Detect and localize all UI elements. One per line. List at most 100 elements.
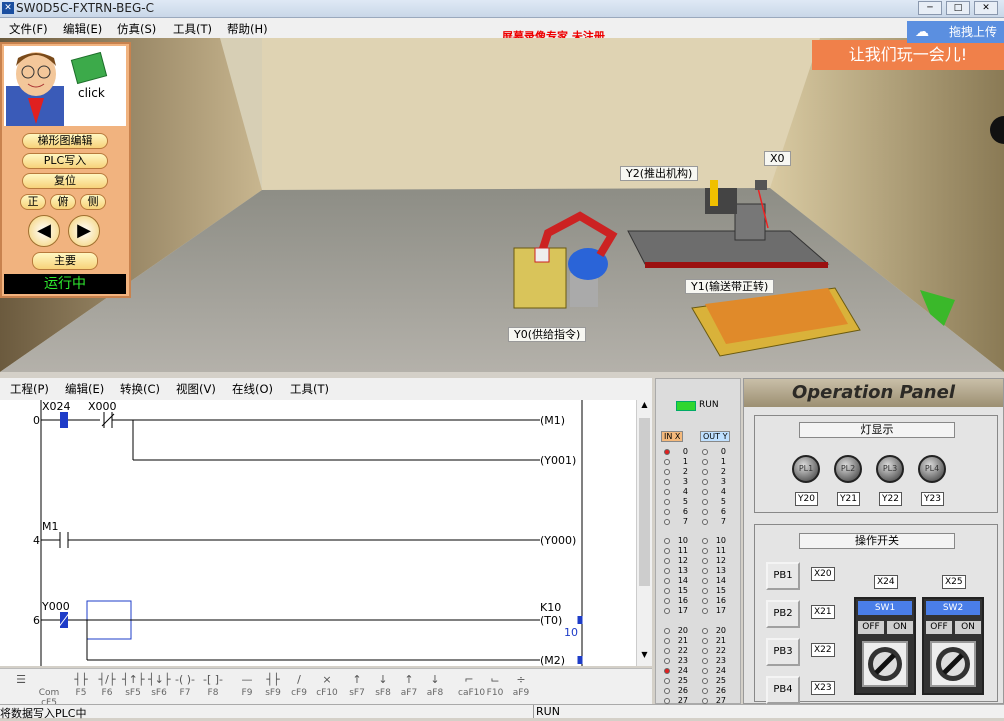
toolbar-key-f5[interactable]: ┤├ F5: [70, 672, 92, 700]
menu-edit[interactable]: 编辑(E): [63, 21, 102, 37]
toolbar-key-sf6[interactable]: ┤↓├ sF6: [148, 672, 170, 700]
push-button-pb1[interactable]: PB1: [766, 562, 800, 590]
emenu-convert[interactable]: 转换(C): [120, 381, 160, 397]
selector-knob-icon[interactable]: [930, 641, 976, 687]
ladder-edit-button[interactable]: 梯形图编辑: [22, 133, 108, 149]
scroll-down-icon[interactable]: ▼: [637, 650, 652, 664]
label-y0: Y0(供给指令): [508, 327, 587, 342]
emenu-online[interactable]: 在线(O): [232, 381, 273, 397]
switch-on-label[interactable]: ON: [887, 621, 913, 634]
toolbar-key-com-cf5[interactable]: Com cF5: [38, 672, 60, 708]
window-title: SW0D5C-FXTRN-BEG-C: [16, 1, 154, 15]
input-number: 16: [677, 596, 688, 605]
scroll-thumb[interactable]: [639, 418, 650, 586]
lamp-label: Y21: [837, 492, 860, 506]
minimize-button[interactable]: ─: [918, 1, 942, 15]
output-number: 2: [720, 467, 726, 476]
title-bar: ✕ SW0D5C-FXTRN-BEG-C ─ □ ✕: [0, 0, 1004, 18]
switch-sw2[interactable]: SW2 OFF ON: [922, 597, 984, 695]
toolbar-key-sf8[interactable]: ↓ sF8: [372, 672, 394, 700]
output-number: 7: [720, 517, 726, 526]
output-number: 10: [715, 536, 726, 545]
toolbar-key-af9[interactable]: ÷ aF9: [510, 672, 532, 700]
toolbar-key-icon: ⌐: [464, 673, 474, 686]
function-toolbar: ☰ Com cF5 ┤├ F5 ┤/├ F6 ┤↑├ sF5 ┤↓├ sF6 -( )- F7 -[ ]…: [0, 668, 652, 708]
run-label: RUN: [699, 400, 719, 410]
lamp-pl4: PL4: [918, 455, 946, 483]
arrow-left-icon[interactable]: ◀: [28, 215, 60, 247]
toolbar-key-cf10[interactable]: × cF10: [316, 672, 338, 700]
scene-graphic: [0, 38, 1004, 372]
switch-on-label[interactable]: ON: [955, 621, 981, 634]
toolbar-key-sf9[interactable]: ┤├ sF9: [262, 672, 284, 700]
step-4: 4: [33, 534, 40, 547]
switch-off-label[interactable]: OFF: [926, 621, 952, 634]
push-button-label: X21: [811, 605, 835, 619]
contact-y000[interactable]: Y000: [42, 600, 70, 613]
input-number: 17: [677, 606, 688, 615]
reset-button[interactable]: 复位: [22, 173, 108, 189]
arrow-right-icon[interactable]: ▶: [68, 215, 100, 247]
ladder-scrollbar[interactable]: ▲ ▼: [636, 400, 652, 666]
emenu-edit[interactable]: 编辑(E): [65, 381, 104, 397]
toolbar-key-cf9[interactable]: / cF9: [288, 672, 310, 700]
run-status: 运行中: [4, 274, 126, 294]
contact-x024[interactable]: X024: [42, 400, 71, 413]
toolbar-key-af8[interactable]: ↓ aF8: [424, 672, 446, 700]
toolbar-key-label: cF9: [291, 688, 307, 698]
toolbar-key-f8[interactable]: -[ ]- F8: [202, 672, 224, 700]
op-title: Operation Panel: [744, 379, 1003, 407]
toolbar-key-f10[interactable]: ⌙ F10: [484, 672, 506, 700]
push-button-pb3[interactable]: PB3: [766, 638, 800, 666]
maximize-button[interactable]: □: [946, 1, 970, 15]
io-row: 27 27: [664, 696, 744, 706]
toolbar-key-sf7[interactable]: ↑ sF7: [346, 672, 368, 700]
toolbar-key-f7[interactable]: -( )- F7: [174, 672, 196, 700]
switch-label: X25: [942, 575, 966, 589]
input-number: 26: [677, 686, 688, 695]
switch-sw1[interactable]: SW1 OFF ON: [854, 597, 916, 695]
coil-m2[interactable]: (M2): [540, 654, 565, 666]
input-number: 15: [677, 586, 688, 595]
coil-t0[interactable]: (T0): [540, 614, 562, 627]
toolbar-key-af7[interactable]: ↑ aF7: [398, 672, 420, 700]
contact-x000[interactable]: X000: [88, 400, 117, 413]
coil-y000[interactable]: (Y000): [540, 534, 576, 547]
io-row: 14 14: [664, 576, 744, 586]
io-row: 12 12: [664, 556, 744, 566]
toolbar-key-label: F7: [179, 688, 191, 698]
coil-m1[interactable]: (M1): [540, 414, 565, 427]
upload-label: 拖拽上传: [949, 25, 998, 39]
output-number: 27: [715, 696, 726, 705]
push-button-pb2[interactable]: PB2: [766, 600, 800, 628]
emenu-view[interactable]: 视图(V): [176, 381, 216, 397]
menu-file[interactable]: 文件(F): [9, 21, 48, 37]
toolbar-key-label: sF7: [349, 688, 365, 698]
emenu-project[interactable]: 工程(P): [10, 381, 49, 397]
view-side-button[interactable]: 侧: [80, 194, 106, 210]
emenu-tools[interactable]: 工具(T): [290, 381, 329, 397]
menu-help[interactable]: 帮助(H): [227, 21, 268, 37]
toolbar-list-icon[interactable]: ☰: [10, 672, 32, 700]
switch-off-label[interactable]: OFF: [858, 621, 884, 634]
close-button[interactable]: ✕: [974, 1, 998, 15]
out-y-header: OUT Y: [700, 431, 731, 442]
upload-button[interactable]: ☁ 拖拽上传: [907, 21, 1004, 43]
toolbar-key-f9[interactable]: — F9: [236, 672, 258, 700]
contact-m1[interactable]: M1: [42, 520, 59, 533]
menu-tools[interactable]: 工具(T): [173, 21, 212, 37]
main-button[interactable]: 主要: [32, 252, 98, 270]
plc-write-button[interactable]: PLC写入: [22, 153, 108, 169]
push-button-pb4[interactable]: PB4: [766, 676, 800, 704]
toolbar-key-sf5[interactable]: ┤↑├ sF5: [122, 672, 144, 700]
view-front-button[interactable]: 正: [20, 194, 46, 210]
coil-y001[interactable]: (Y001): [540, 454, 576, 467]
operation-panel: Operation Panel 灯显示 操作开关 PL1 Y20 PL2 Y21 PL3…: [743, 378, 1004, 704]
view-top-button[interactable]: 俯: [50, 194, 76, 210]
toolbar-key-caf10[interactable]: ⌐ caF10: [458, 672, 485, 700]
selector-knob-icon[interactable]: [862, 641, 908, 687]
toolbar-key-f6[interactable]: ┤/├ F6: [96, 672, 118, 700]
scroll-up-icon[interactable]: ▲: [637, 400, 652, 414]
ladder-diagram[interactable]: 0 4 6 X024 X000 M1 Y000 (M1) (Y001) (Y00…: [0, 400, 636, 666]
menu-simulate[interactable]: 仿真(S): [117, 21, 156, 37]
